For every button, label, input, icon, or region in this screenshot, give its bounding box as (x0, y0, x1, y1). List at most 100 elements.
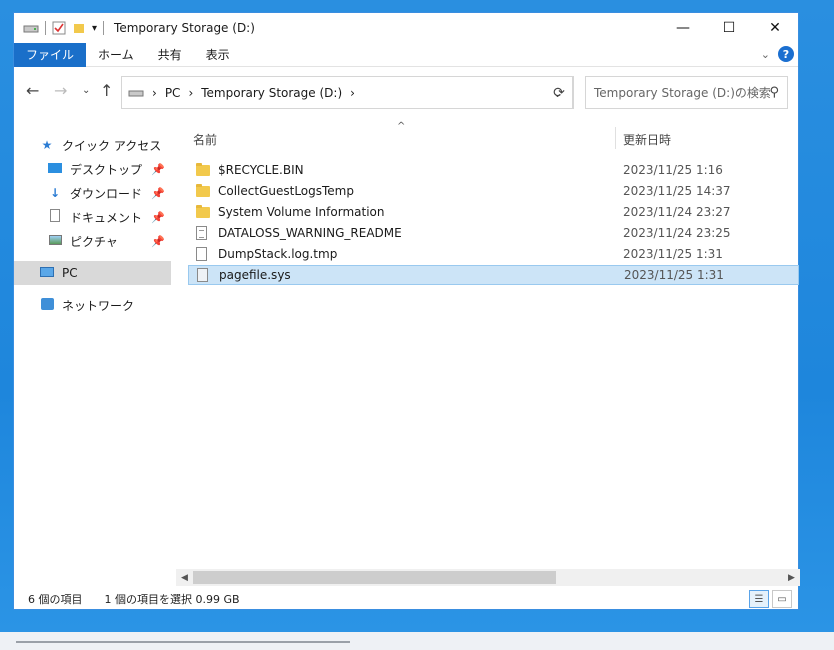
tab-view[interactable]: 表示 (194, 43, 242, 67)
scroll-right-icon[interactable]: ▶ (783, 569, 800, 586)
pin-icon[interactable]: 📌 (151, 163, 165, 176)
breadcrumb-separator[interactable]: › (152, 86, 157, 100)
folder-icon (196, 162, 212, 176)
file-date: 2023/11/25 1:16 (623, 163, 723, 177)
desktop-icon (46, 162, 64, 176)
file-icon (196, 247, 212, 261)
tab-file[interactable]: ファイル (14, 42, 87, 67)
nav-desktop[interactable]: デスクトップ 📌 (14, 157, 171, 181)
file-row[interactable]: $RECYCLE.BIN 2023/11/25 1:16 (188, 160, 799, 180)
file-name: $RECYCLE.BIN (218, 163, 304, 177)
window-title: Temporary Storage (D:) (114, 21, 255, 35)
file-name: DumpStack.log.tmp (218, 247, 338, 261)
nav-documents[interactable]: ドキュメント 📌 (14, 205, 171, 229)
nav-label: ドキュメント (70, 210, 143, 225)
ribbon-right: ⌄ ? (761, 46, 794, 62)
toolbar-separator (45, 21, 46, 35)
computer-icon (38, 266, 56, 280)
file-date: 2023/11/25 1:31 (624, 268, 724, 282)
file-date: 2023/11/24 23:25 (623, 226, 731, 240)
breadcrumb-pc[interactable]: PC (165, 86, 181, 100)
breadcrumb-separator[interactable]: › (188, 86, 193, 100)
title-bar: ▾ Temporary Storage (D:) — ☐ ✕ (14, 13, 798, 43)
nav-pictures[interactable]: ピクチャ 📌 (14, 229, 171, 253)
explorer-window: ▾ Temporary Storage (D:) — ☐ ✕ ファイル ホーム … (13, 12, 800, 610)
column-separator[interactable] (615, 127, 616, 149)
taskbar-indicator (16, 641, 350, 643)
folder-icon (196, 183, 212, 197)
horizontal-scrollbar[interactable]: ◀ ▶ (176, 569, 800, 586)
tab-share[interactable]: 共有 (146, 43, 194, 67)
file-list: ^ 名前 更新日時 $RECYCLE.BIN 2023/11/25 1:16 C… (187, 121, 799, 573)
nav-label: ネットワーク (62, 298, 135, 313)
ribbon-tabs: ファイル ホーム 共有 表示 ⌄ ? (14, 42, 798, 67)
network-icon (38, 297, 56, 313)
star-icon: ★ (41, 138, 53, 152)
nav-downloads[interactable]: ↓ ダウンロード 📌 (14, 181, 171, 205)
breadcrumb-drive[interactable]: Temporary Storage (D:) (201, 86, 342, 100)
nav-pc[interactable]: PC (14, 261, 171, 285)
tab-home[interactable]: ホーム (86, 43, 146, 67)
pin-icon[interactable]: 📌 (151, 187, 165, 200)
download-arrow-icon: ↓ (49, 186, 61, 200)
up-arrow-icon[interactable]: ↑ (100, 81, 113, 100)
drive-icon (128, 90, 144, 96)
pin-icon[interactable]: 📌 (151, 211, 165, 224)
item-count: 6 個の項目 (28, 593, 83, 606)
view-buttons: ☰ ▭ (749, 590, 792, 608)
folder-icon (196, 204, 212, 218)
forward-arrow-icon[interactable]: → (54, 81, 67, 100)
file-name: pagefile.sys (219, 268, 291, 282)
recent-locations-icon[interactable]: ⌄ (82, 85, 90, 96)
file-name: CollectGuestLogsTemp (218, 184, 354, 198)
refresh-button[interactable]: ⟳ (545, 76, 574, 109)
details-view-icon[interactable]: ☰ (749, 590, 769, 608)
quick-access-toolbar: ▾ (14, 13, 105, 43)
address-bar[interactable]: › PC › Temporary Storage (D:) › ⌄ (121, 76, 574, 109)
minimize-button[interactable]: — (660, 13, 706, 43)
file-row[interactable]: CollectGuestLogsTemp 2023/11/25 14:37 (188, 181, 799, 201)
file-row[interactable]: DATALOSS_WARNING_README 2023/11/24 23:25 (188, 223, 799, 243)
text-file-icon (196, 226, 212, 240)
navigation-pane: ★ クイック アクセス デスクトップ 📌 ↓ ダウンロード 📌 ドキュメント 📌… (14, 121, 172, 573)
nav-network[interactable]: ネットワーク (14, 293, 171, 317)
pictures-icon (46, 234, 64, 248)
nav-label: デスクトップ (70, 162, 143, 177)
column-header-date[interactable]: 更新日時 (623, 131, 671, 148)
search-placeholder: Temporary Storage (D:)の検索 (594, 86, 771, 100)
file-row-selected[interactable]: pagefile.sys 2023/11/25 1:31 (188, 265, 799, 285)
sort-ascending-icon: ^ (397, 121, 406, 132)
search-input[interactable]: Temporary Storage (D:)の検索 ⚲ (585, 76, 788, 109)
search-icon: ⚲ (769, 85, 779, 100)
pin-icon[interactable]: 📌 (151, 235, 165, 248)
large-icons-view-icon[interactable]: ▭ (772, 590, 792, 608)
close-button[interactable]: ✕ (752, 13, 798, 43)
nav-quick-access[interactable]: ★ クイック アクセス (14, 133, 171, 157)
nav-label: クイック アクセス (62, 138, 162, 153)
system-file-icon (197, 268, 213, 282)
file-date: 2023/11/25 1:31 (623, 247, 723, 261)
nav-label: PC (62, 266, 78, 280)
file-date: 2023/11/25 14:37 (623, 184, 731, 198)
expand-ribbon-icon[interactable]: ⌄ (761, 48, 770, 61)
scrollbar-thumb[interactable] (193, 571, 556, 584)
column-header-name[interactable]: 名前 (193, 131, 217, 148)
file-name: System Volume Information (218, 205, 385, 219)
new-folder-icon[interactable] (72, 21, 86, 35)
breadcrumb-separator[interactable]: › (350, 86, 355, 100)
document-icon (46, 209, 64, 225)
drive-icon[interactable] (23, 22, 39, 34)
maximize-button[interactable]: ☐ (706, 13, 752, 43)
window-controls: — ☐ ✕ (660, 13, 798, 43)
scroll-left-icon[interactable]: ◀ (176, 569, 193, 586)
toolbar-separator (103, 21, 105, 35)
back-arrow-icon[interactable]: ← (26, 81, 39, 100)
taskbar (0, 632, 834, 650)
help-button[interactable]: ? (778, 46, 794, 62)
customize-toolbar-icon[interactable]: ▾ (92, 23, 97, 34)
properties-icon[interactable] (52, 21, 66, 35)
nav-label: ダウンロード (70, 186, 143, 201)
file-row[interactable]: System Volume Information 2023/11/24 23:… (188, 202, 799, 222)
file-row[interactable]: DumpStack.log.tmp 2023/11/25 1:31 (188, 244, 799, 264)
address-row: ← → ⌄ ↑ › PC › Temporary Storage (D:) › … (14, 73, 798, 111)
